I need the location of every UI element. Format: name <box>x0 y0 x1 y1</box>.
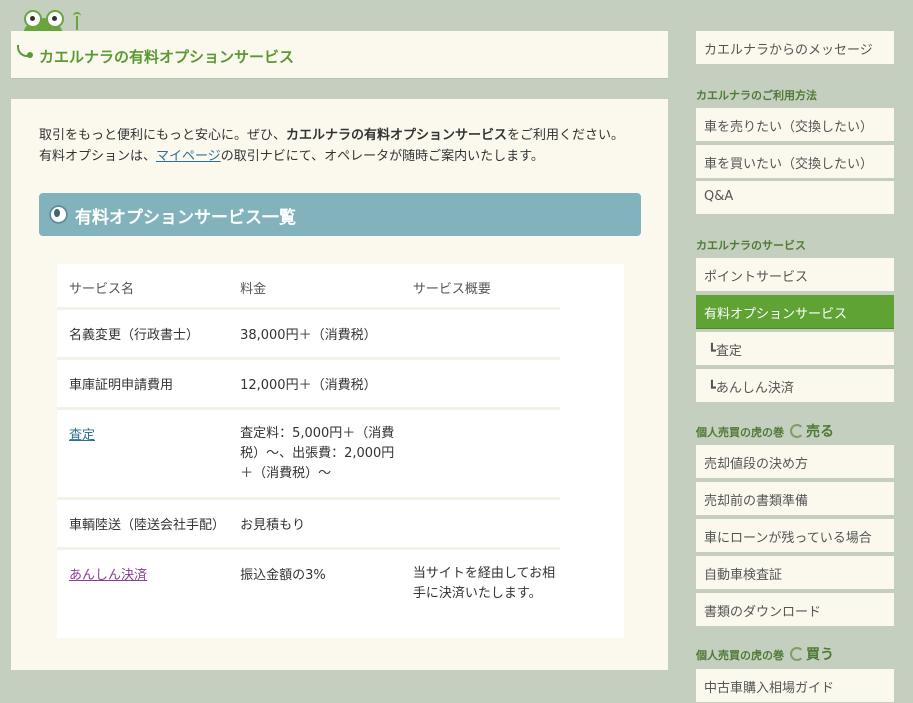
anshin-kessai-link[interactable]: あんしん決済 <box>69 568 147 583</box>
service-price: 12,000円＋（消費税） <box>240 377 377 393</box>
sidebar-item-satei[interactable]: ┗査定 <box>696 332 894 366</box>
sidebar-item-price-guide[interactable]: 中古車購入相場ガイド <box>696 669 894 703</box>
sidebar-item-docs-prep[interactable]: 売却前の書類準備 <box>696 482 894 516</box>
table-row: 車庫証明申請費用 12,000円＋（消費税） <box>57 358 560 408</box>
sidebar-heading-usage: カエルナラのご利用方法 <box>696 89 817 102</box>
section-header: 有料オプションサービス一覧 <box>39 193 641 236</box>
service-summary <box>401 408 560 498</box>
hook-icon <box>17 45 37 59</box>
page-title-box: カエルナラの有料オプションサービス <box>11 31 668 79</box>
sidebar-item-download[interactable]: 書類のダウンロード <box>696 593 894 627</box>
service-name: 名義変更（行政書士） <box>69 327 200 343</box>
swirl-icon <box>790 424 804 438</box>
sidebar-heading-sell: 個人売買の虎の巻 売る <box>696 421 834 441</box>
sidebar-item-points[interactable]: ポイントサービス <box>696 258 894 292</box>
intro-text: 取引をもっと便利にもっと安心に。ぜひ、カエルナラの有料オプションサービスをご利用… <box>39 125 624 167</box>
service-summary <box>401 358 560 408</box>
sidebar-item-paid-options[interactable]: 有料オプションサービス <box>696 295 894 329</box>
section-title: 有料オプションサービス一覧 <box>75 208 296 228</box>
intro-line2-pre: 有料オプションは、 <box>39 149 157 164</box>
table-row: 査定 査定料：5,000円＋（消費税）～、出張費：2,000円＋（消費税）～ <box>57 408 560 498</box>
sell-heading-big: 売る <box>806 424 834 440</box>
table-header-row: サービス名 料金 サービス概要 <box>57 264 560 308</box>
service-summary: 当サイトを経由してお相手に決済いたします。 <box>412 565 556 601</box>
sidebar-item-loan[interactable]: 車にローンが残っている場合 <box>696 519 894 553</box>
service-price: 査定料：5,000円＋（消費税）～、出張費：2,000円＋（消費税）～ <box>240 425 395 481</box>
table-row: あんしん決済 振込金額の3% 当サイトを経由してお相手に決済いたします。 <box>57 548 560 634</box>
sidebar-item-anshin[interactable]: ┗あんしん決済 <box>696 369 894 403</box>
sidebar-item-buy[interactable]: 車を買いたい（交換したい） <box>696 145 894 179</box>
table-row: 名義変更（行政書士） 38,000円＋（消費税） <box>57 308 560 358</box>
sidebar-heading-buy: 個人売買の虎の巻 買う <box>696 644 834 664</box>
header-summary: サービス概要 <box>412 282 491 297</box>
buy-heading-big: 買う <box>806 647 834 663</box>
service-name-cell: あんしん決済 <box>57 548 228 634</box>
service-summary <box>401 308 560 358</box>
header-service-name: サービス名 <box>69 282 135 297</box>
sidebar-item-inspection[interactable]: 自動車検査証 <box>696 556 894 590</box>
intro-line1-post: をご利用ください。 <box>507 128 625 143</box>
sidebar-heading-service: カエルナラのサービス <box>696 239 806 252</box>
sidebar-item-qa[interactable]: Q&A <box>696 181 894 215</box>
service-table: サービス名 料金 サービス概要 名義変更（行政書士） 38,000円＋（消費税）… <box>57 264 624 638</box>
service-name: 車庫証明申請費用 <box>69 377 174 393</box>
sell-heading-text: 個人売買の虎の巻 <box>696 426 784 439</box>
sidebar-item-message[interactable]: カエルナラからのメッセージ <box>696 31 894 65</box>
magnifier-icon <box>49 205 68 224</box>
sidebar-item-price-decide[interactable]: 売却値段の決め方 <box>696 445 894 479</box>
satei-link[interactable]: 査定 <box>69 428 95 443</box>
intro-line1-pre: 取引をもっと便利にもっと安心に。ぜひ、 <box>39 128 287 143</box>
swirl-icon <box>790 647 804 661</box>
service-summary <box>401 498 560 548</box>
buy-heading-text: 個人売買の虎の巻 <box>696 649 784 662</box>
service-name: 車輌陸送（陸送会社手配） <box>69 517 226 533</box>
mypage-link[interactable]: マイページ <box>156 149 221 164</box>
intro-line2-post: の取引ナビにて、オペレータが随時ご案内いたします。 <box>220 149 544 164</box>
service-name-cell: 査定 <box>57 408 228 498</box>
service-price: 38,000円＋（消費税） <box>240 327 377 343</box>
intro-line1-bold: カエルナラの有料オプションサービス <box>286 128 508 143</box>
service-price: お見積もり <box>240 517 306 533</box>
frog-mascot-icon <box>22 10 64 44</box>
service-price: 振込金額の3% <box>240 567 326 583</box>
table-row: 車輌陸送（陸送会社手配） お見積もり <box>57 498 560 548</box>
header-price: 料金 <box>240 282 267 297</box>
page-title: カエルナラの有料オプションサービス <box>39 48 295 66</box>
sidebar-item-sell[interactable]: 車を売りたい（交換したい） <box>696 108 894 142</box>
frog-hand-icon <box>73 12 81 30</box>
main-content: 取引をもっと便利にもっと安心に。ぜひ、カエルナラの有料オプションサービスをご利用… <box>11 99 668 670</box>
